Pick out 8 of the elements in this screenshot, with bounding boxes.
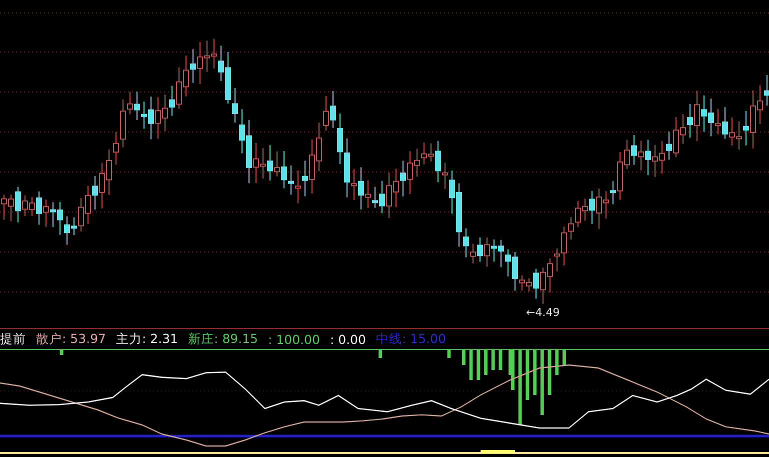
legend-value: : 100.00 bbox=[268, 332, 320, 346]
legend-value: 主力: 2.31 bbox=[116, 330, 178, 348]
legend-value: 散户: 53.97 bbox=[36, 330, 106, 348]
legend-value: 中线: 15.00 bbox=[376, 330, 446, 348]
legend-value: : 0.00 bbox=[330, 332, 366, 346]
legend-value: 提前 bbox=[0, 330, 26, 348]
legend-value: 新庄: 89.15 bbox=[188, 330, 258, 348]
low-price-label: ←4.49 bbox=[526, 306, 560, 319]
